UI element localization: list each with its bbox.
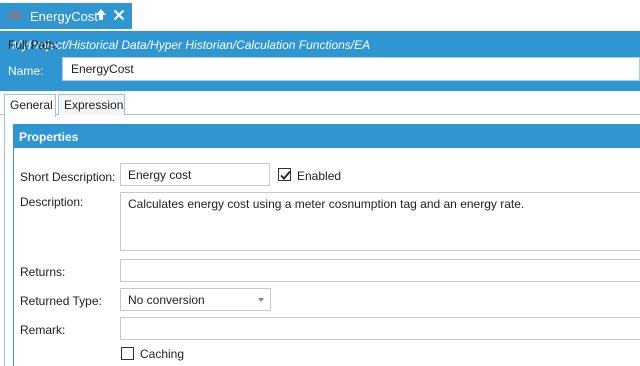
- short-description-label: Short Description:: [20, 170, 116, 184]
- close-icon[interactable]: [113, 8, 125, 22]
- chevron-down-icon: [258, 298, 264, 302]
- name-label: Name:: [8, 64, 44, 78]
- enabled-checkbox[interactable]: [278, 168, 291, 181]
- full-path-label: Full Path:: [8, 38, 59, 52]
- returned-type-label: Returned Type:: [20, 294, 102, 308]
- remark-field[interactable]: [120, 317, 640, 340]
- full-path: Full Path: MyProject/Historical Data/Hyp…: [8, 38, 370, 52]
- description-label: Description:: [20, 195, 84, 209]
- item-header: Full Path: MyProject/Historical Data/Hyp…: [0, 31, 640, 91]
- returned-type-value: No conversion: [128, 293, 205, 307]
- caching-label: Caching: [140, 347, 185, 361]
- tab-expression[interactable]: Expression: [58, 94, 125, 116]
- checkmark-icon: [280, 170, 291, 180]
- document-tab-strip: (x) EnergyCost: [0, 0, 640, 33]
- name-field[interactable]: EnergyCost: [62, 57, 640, 81]
- remark-label: Remark:: [20, 323, 66, 337]
- pin-icon[interactable]: [95, 8, 107, 22]
- function-icon: (x): [9, 10, 22, 21]
- general-tab-panel: Properties Short Description: Energy cos…: [4, 115, 640, 366]
- property-tabs: General Expression: [0, 93, 640, 117]
- enabled-label: Enabled: [297, 169, 342, 183]
- full-path-value: MyProject/Historical Data/Hyper Historia…: [12, 38, 371, 52]
- returns-field[interactable]: [120, 259, 640, 282]
- description-field[interactable]: Calculates energy cost using a meter cos…: [120, 192, 640, 251]
- caching-checkbox[interactable]: [121, 347, 134, 360]
- document-tab-energycost[interactable]: (x) EnergyCost: [0, 3, 132, 29]
- returns-label: Returns:: [20, 265, 66, 279]
- properties-group: Properties Short Description: Energy cos…: [13, 124, 640, 366]
- tab-general[interactable]: General: [4, 94, 56, 117]
- properties-group-title: Properties: [14, 125, 640, 148]
- returned-type-select[interactable]: No conversion: [120, 288, 271, 311]
- document-tab-label: EnergyCost: [30, 9, 98, 24]
- short-description-field[interactable]: Energy cost: [120, 163, 270, 186]
